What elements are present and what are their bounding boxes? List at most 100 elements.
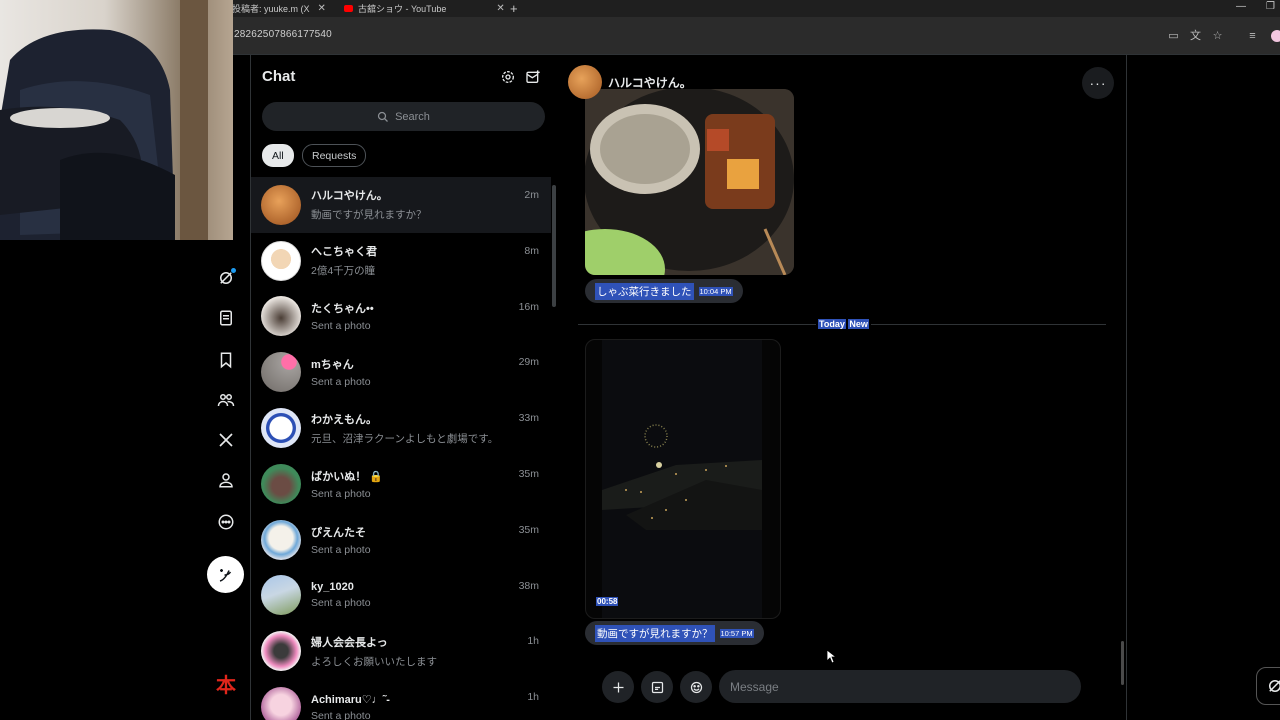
communities-icon[interactable]	[214, 388, 238, 412]
new-message-icon[interactable]	[524, 68, 542, 86]
conversation-item[interactable]: mちゃん Sent a photo 29m	[251, 344, 551, 400]
conversation-time: 1h	[527, 635, 539, 648]
avatar	[261, 631, 301, 672]
grok-icon	[1269, 680, 1280, 692]
bookmark-star-icon[interactable]: ☆	[1211, 30, 1224, 42]
conversation-preview: Sent a photo	[311, 487, 371, 500]
more-icon[interactable]	[214, 510, 238, 534]
conversation-time: 35m	[518, 523, 539, 536]
conversation-name: 婦人会会長よっ	[311, 636, 388, 649]
conversation-name: mちゃん	[311, 359, 354, 372]
grok-floating-button[interactable]	[1256, 667, 1280, 705]
partner-avatar	[568, 65, 602, 99]
tab-title: 古舘ショウ - YouTube	[358, 4, 447, 14]
more-options-icon[interactable]: ···	[1082, 67, 1114, 99]
search-placeholder: Search	[395, 110, 430, 123]
restore-icon[interactable]: ❐	[1266, 1, 1275, 12]
avatar	[261, 184, 301, 225]
profile-icon[interactable]	[214, 468, 238, 492]
conversation-item[interactable]: わかえもん。 元旦、沼津ラクーンよしもと劇場です。 33m	[251, 400, 551, 456]
browser-tab[interactable]: 投稿者: yuuke.m (X ✕	[232, 0, 326, 17]
browser-tab[interactable]: 古舘ショウ - YouTube ✕	[344, 0, 505, 17]
reading-list-icon[interactable]: ≡	[1246, 30, 1259, 42]
avatar	[261, 463, 301, 504]
conversation-item[interactable]: Achimaru♡♩˜- Sent a photo 1h	[251, 679, 551, 720]
conversation-time: 33m	[518, 412, 539, 425]
avatar	[261, 296, 301, 337]
scrollbar[interactable]	[552, 185, 556, 307]
mouse-cursor-icon	[827, 650, 837, 664]
emoji-icon	[690, 681, 702, 693]
conversation-time: 16m	[518, 300, 539, 313]
conversation-preview: 2億4千万の瞳	[311, 265, 376, 278]
conversation-preview: Sent a photo	[311, 320, 371, 333]
conversation-item[interactable]: へこちゃく君 2億4千万の瞳 8m	[251, 233, 551, 289]
conversation-name: へこちゃく君	[311, 246, 377, 259]
conversation-name: Achimaru♡♩˜-	[311, 693, 390, 706]
shabu-shabu-photo[interactable]	[585, 89, 794, 275]
lock-icon: 🔒	[369, 470, 383, 483]
close-tab-icon[interactable]: ✕	[318, 3, 326, 14]
conversation-preview: よろしくお願いいたします	[311, 655, 437, 668]
filter-requests[interactable]: Requests	[302, 144, 367, 167]
conversation-header[interactable]: ハルコやけん。	[568, 65, 692, 99]
conversation-scrollbar[interactable]	[1121, 641, 1124, 685]
video-duration: 00:58	[596, 597, 619, 606]
close-tab-icon[interactable]: ✕	[496, 3, 504, 14]
add-attachment-button[interactable]	[602, 671, 634, 703]
message-text: しゃぶ菜行きました	[595, 282, 694, 300]
lists-icon[interactable]	[214, 306, 238, 330]
new-badge: New	[848, 319, 869, 329]
video-message[interactable]: 00:58	[585, 339, 781, 619]
conversation-panel: ハルコやけん。 ··· しゃぶ菜行きました 10:04 PM Today New…	[558, 55, 1127, 720]
conversation-item[interactable]: ハルコやけん。 動画ですが見れますか？ 2m	[251, 177, 551, 233]
conversation-list: ハルコやけん。 動画ですが見れますか？ 2m へこちゃく君 2億4千万の瞳 8m た…	[251, 177, 551, 720]
conversation-time: 2m	[524, 189, 539, 201]
plus-icon	[613, 682, 623, 692]
url-text[interactable]: 28262507866177540	[234, 29, 332, 40]
conversation-item[interactable]: たくちゃん•• Sent a photo 16m	[251, 289, 551, 345]
message-bubble[interactable]: 動画ですが見れますか？ 10:57 PM	[585, 621, 764, 645]
webcam-overlay	[0, 0, 233, 240]
conversation-name: ky_1020	[311, 581, 354, 594]
today-label: Today New	[816, 319, 871, 329]
conversation-time: 29m	[518, 356, 539, 369]
app-logo: 本	[216, 673, 236, 697]
conversation-name: ハルコやけん。	[311, 190, 388, 203]
x-logo-icon[interactable]	[214, 428, 238, 452]
post-button[interactable]	[207, 556, 244, 593]
conversation-time: 8m	[524, 244, 539, 257]
cast-icon[interactable]: ▭	[1167, 30, 1180, 42]
message-composer	[598, 667, 1088, 707]
conversation-time: 38m	[518, 579, 539, 592]
message-time: 10:04 PM	[698, 286, 733, 296]
tab-title: 投稿者: yuuke.m (X	[232, 4, 310, 14]
emoji-button[interactable]	[680, 671, 712, 703]
avatar	[261, 408, 301, 449]
partner-name: ハルコやけん。	[608, 75, 692, 90]
conversation-item[interactable]: ky_1020 Sent a photo 38m	[251, 568, 551, 624]
conversation-preview: 元旦、沼津ラクーンよしもと劇場です。	[311, 432, 499, 445]
conversation-item[interactable]: 婦人会会長よっよろしくお願いいたします 1h	[251, 623, 551, 679]
message-time: 10:57 PM	[719, 628, 754, 638]
conversation-item[interactable]: ばかいぬ！ 🔒 Sent a photo 35m	[251, 456, 551, 512]
search-icon	[377, 111, 389, 122]
bookmarks-icon[interactable]	[214, 348, 238, 372]
conversation-time: 35m	[518, 467, 539, 480]
conversation-item[interactable]: ぴえんたそ Sent a photo 35m	[251, 512, 551, 568]
youtube-favicon-icon	[344, 5, 353, 12]
message-bubble[interactable]: しゃぶ菜行きました 10:04 PM	[585, 279, 743, 303]
minimize-icon[interactable]: —	[1236, 1, 1246, 12]
conversation-name: ぴえんたそ	[311, 526, 366, 539]
translate-icon[interactable]: 文	[1189, 30, 1202, 42]
message-input[interactable]	[719, 670, 1081, 703]
settings-icon[interactable]	[499, 68, 517, 86]
search-input[interactable]: Search	[262, 102, 545, 131]
grok-icon[interactable]	[214, 266, 238, 290]
conversation-name: たくちゃん••	[311, 303, 374, 316]
filter-all[interactable]: All	[262, 144, 294, 167]
gif-button[interactable]	[641, 671, 673, 703]
profile-avatar[interactable]	[1271, 30, 1280, 42]
avatar	[261, 575, 301, 616]
new-tab-button[interactable]: +	[510, 0, 518, 17]
